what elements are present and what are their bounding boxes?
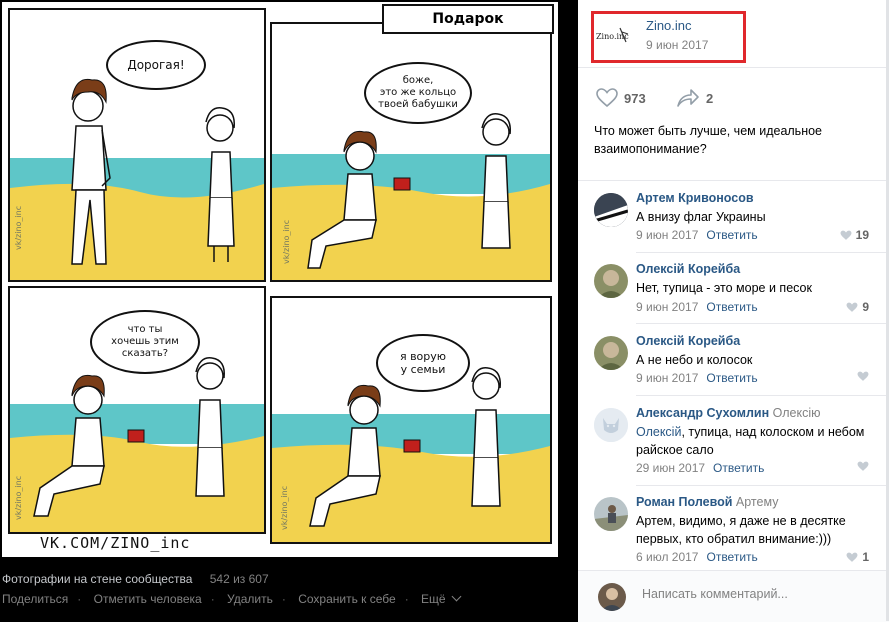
heart-icon [596, 88, 618, 108]
reply-link[interactable]: Ответить [706, 371, 757, 385]
comment-meta: 9 июн 2017 Ответить [636, 300, 758, 314]
like-count: 973 [624, 90, 646, 106]
post-sidebar: Zino.inc Zino.inc 9 июн 2017 973 2 Что м… [578, 0, 889, 622]
reply-link[interactable]: Ответить [706, 300, 757, 314]
avatar-image [594, 497, 628, 531]
comment-author[interactable]: Александр Сухомлин Олексію [636, 406, 821, 420]
avatar[interactable] [594, 408, 628, 442]
comic-image[interactable]: Дорогая! vk/zino_inc боже, это же кольцо… [2, 2, 558, 557]
divider [578, 180, 889, 181]
speech-bubble-3: что ты хочешь этим сказать? [90, 310, 200, 374]
heart-icon [840, 230, 852, 240]
divider [636, 252, 889, 253]
comment-like-button[interactable] [857, 371, 869, 382]
comment-like-count: 9 [862, 300, 869, 314]
comment-input[interactable]: Написать комментарий... [642, 587, 788, 601]
comic-panel-2: боже, это же кольцо твоей бабушки vk/zin… [270, 22, 552, 282]
post-header: Zino.inc Zino.inc 9 июн 2017 [591, 11, 746, 63]
reply-link[interactable]: Ответить [706, 228, 757, 242]
comment-author[interactable]: Олексій Корейба [636, 262, 740, 276]
reply-link[interactable]: Ответить [706, 550, 757, 564]
speech-bubble-4: я ворую у семьи [376, 334, 470, 392]
avatar-image [594, 336, 628, 370]
comment-meta: 9 июн 2017 Ответить [636, 371, 758, 385]
reply-link[interactable]: Ответить [713, 461, 764, 475]
mention-link[interactable]: Олексій [636, 425, 681, 439]
speech-bubble-2: боже, это же кольцо твоей бабушки [364, 62, 472, 124]
dog-avatar-icon [594, 408, 628, 442]
avatar[interactable] [594, 497, 628, 531]
photo-counter: 542 из 607 [209, 572, 269, 586]
speech-bubble-1: Дорогая! [106, 40, 206, 90]
heart-icon [857, 371, 869, 381]
comment-text: Артем, видимо, я даже не в десятке первы… [636, 514, 846, 546]
save-action[interactable]: Сохранить к себе [298, 592, 396, 606]
comic-watermark: vk/zino_inc [282, 219, 291, 264]
comment-like-button[interactable]: 19 [840, 228, 869, 242]
like-button[interactable]: 973 [596, 88, 646, 108]
avatar-image [598, 583, 626, 611]
heart-icon [846, 552, 858, 562]
tag-person-action[interactable]: Отметить человека [94, 592, 202, 606]
comment-like-count: 1 [862, 550, 869, 564]
share-button[interactable]: 2 [676, 88, 713, 108]
comment-text: Нет, тупица - это море и песок [636, 281, 812, 295]
comment-like-count: 19 [855, 228, 869, 242]
comment-author[interactable]: Олексій Корейба [636, 334, 740, 348]
comic-watermark: vk/zino_inc [14, 205, 23, 250]
heart-icon [857, 461, 869, 471]
divider [636, 485, 889, 486]
divider [636, 323, 889, 324]
comic-panel-1: Дорогая! vk/zino_inc [8, 8, 266, 282]
chevron-down-icon[interactable] [451, 591, 462, 602]
avatar[interactable] [594, 336, 628, 370]
community-logo[interactable]: Zino.inc [596, 24, 638, 48]
photo-actions: Поделиться · Отметить человека · Удалить · … [2, 591, 462, 606]
comment-author[interactable]: Роман Полевой Артему [636, 495, 778, 509]
comment-meta: 6 июл 2017 Ответить [636, 550, 758, 564]
more-action[interactable]: Ещё [421, 592, 446, 606]
heart-icon [846, 302, 858, 312]
avatar[interactable] [598, 583, 626, 611]
comment-like-button[interactable]: 9 [846, 300, 869, 314]
album-name[interactable]: Фотографии на стене сообщества [2, 572, 192, 586]
share-action[interactable]: Поделиться [2, 592, 68, 606]
comment-author[interactable]: Артем Кривоносов [636, 191, 754, 205]
avatar-image [594, 193, 628, 227]
delete-action[interactable]: Удалить [227, 592, 273, 606]
avatar[interactable] [594, 193, 628, 227]
comment-text: Олексій, тупица, над колоском и небом ра… [636, 425, 865, 457]
comic-panel-3: что ты хочешь этим сказать? vk/zino_inc [8, 286, 266, 534]
avatar[interactable] [594, 264, 628, 298]
comment-meta: 9 июн 2017 Ответить [636, 228, 758, 242]
photo-viewer: Дорогая! vk/zino_inc боже, это же кольцо… [0, 0, 578, 621]
post-author[interactable]: Zino.inc [646, 18, 692, 33]
divider [636, 395, 889, 396]
comic-signature: VK.COM/ZINO_inc [40, 534, 191, 552]
avatar-image [594, 264, 628, 298]
share-arrow-icon [677, 89, 699, 107]
comic-panel-4: я ворую у семьи vk/zino_inc [270, 296, 552, 544]
share-count: 2 [706, 90, 714, 106]
comment-like-button[interactable] [857, 461, 869, 472]
comic-title: Подарок [382, 4, 554, 34]
comment-text: А не небо и колосок [636, 353, 753, 367]
comment-like-button[interactable]: 1 [846, 550, 869, 564]
photo-meta: Фотографии на стене сообщества 542 из 60… [2, 572, 269, 586]
divider [578, 67, 889, 68]
post-date[interactable]: 9 июн 2017 [646, 38, 708, 52]
logo-text: Zino.inc [596, 32, 629, 41]
comment-text: А внизу флаг Украины [636, 210, 766, 224]
post-text: Что может быть лучше, чем идеальное взаи… [594, 124, 823, 156]
comic-watermark: vk/zino_inc [14, 475, 23, 520]
comic-watermark: vk/zino_inc [280, 485, 289, 530]
comment-meta: 29 июн 2017 Ответить [636, 461, 765, 475]
comment-composer: Написать комментарий... [578, 570, 889, 622]
